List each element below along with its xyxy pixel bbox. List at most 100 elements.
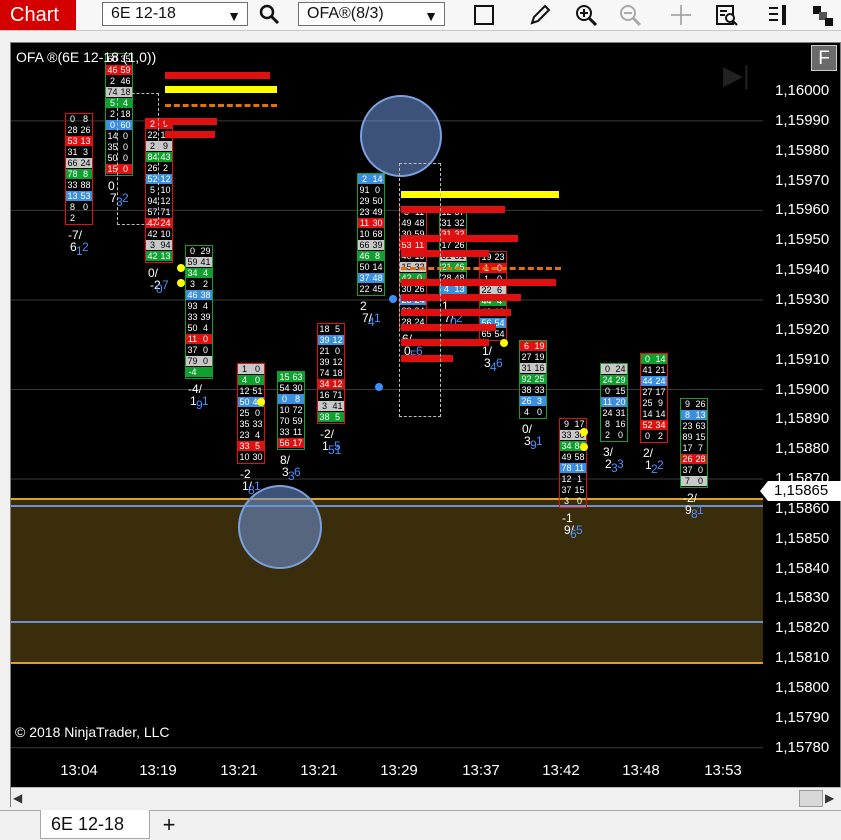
- footprint-cell: 34 12: [318, 379, 344, 389]
- footprint-cell: 10 68: [358, 229, 384, 239]
- bid-volume: 93: [187, 301, 198, 311]
- bid-volume: 23: [682, 421, 693, 431]
- ask-volume: 0: [374, 185, 380, 195]
- ask-volume: 39: [200, 312, 211, 322]
- price-tick-label: 1,15780: [775, 738, 830, 756]
- ask-volume: 25: [534, 374, 545, 384]
- tab-6e-12-18[interactable]: 6E 12-18: [40, 810, 150, 839]
- ask-volume: 15: [615, 386, 626, 396]
- ask-volume: 31: [615, 408, 626, 418]
- ask-volume: 11: [574, 463, 585, 473]
- ask-volume: 7: [697, 443, 703, 453]
- arrange-icon[interactable]: [809, 3, 835, 27]
- ask-volume: 34: [655, 420, 666, 430]
- price-tick-label: 1,15810: [775, 649, 830, 667]
- footprint-cell: 40: [520, 407, 546, 417]
- zoom-out-icon[interactable]: [617, 3, 643, 27]
- delta-value: 5: [576, 523, 583, 537]
- footprint-cell: 21 0: [318, 346, 344, 356]
- ask-volume: 0: [576, 496, 582, 506]
- scroll-thumb[interactable]: [799, 790, 823, 807]
- instrument-value: 6E 12-18: [111, 5, 176, 22]
- bid-volume: 26: [521, 396, 532, 406]
- footprint-cell: 23 4: [238, 430, 264, 440]
- bid-volume: 33: [279, 427, 290, 437]
- ask-volume: 14: [655, 354, 666, 364]
- time-tick-label: 13:42: [542, 762, 580, 779]
- bid-volume: 79: [187, 356, 198, 366]
- footprint-cell: 92 25: [520, 374, 546, 384]
- instrument-selector[interactable]: 6E 12-18 ▼: [102, 2, 248, 26]
- footprint-cell: 6 19: [520, 341, 546, 351]
- bid-volume: 13: [67, 191, 78, 201]
- ask-volume: 4: [254, 430, 260, 440]
- ask-volume: 71: [332, 390, 343, 400]
- bid-volume: 0: [604, 364, 610, 374]
- footprint-cell: 46 38: [186, 290, 212, 300]
- footprint-cell: 33 5: [238, 441, 264, 451]
- bid-volume: 4: [523, 407, 529, 417]
- ask-volume: 29: [200, 246, 211, 256]
- indicator-selector[interactable]: OFA®(8/3) ▼: [298, 2, 445, 26]
- price-tick-label: 1,15900: [775, 380, 830, 398]
- scroll-left-icon[interactable]: ◀: [13, 791, 22, 805]
- footprint-cell: 13 53: [66, 191, 92, 201]
- horizontal-scrollbar[interactable]: ◀ ▶: [11, 787, 841, 808]
- footprint-cell: 46 59: [106, 65, 132, 75]
- bid-volume: 50: [239, 397, 250, 407]
- footprint-cell: 42 10: [146, 229, 172, 239]
- bid-volume: 37: [682, 465, 693, 475]
- chart-window-tab[interactable]: Chart: [0, 0, 76, 30]
- crosshair-icon[interactable]: [668, 3, 694, 27]
- square-icon[interactable]: [471, 3, 497, 27]
- current-price-marker: 1,15865: [760, 481, 841, 501]
- add-tab-button[interactable]: +: [156, 812, 182, 838]
- delta-value: 7: [162, 278, 169, 292]
- bid-volume: 0: [604, 386, 610, 396]
- ask-volume: 13: [80, 136, 91, 146]
- bid-volume: 26: [682, 454, 693, 464]
- ask-volume: 9: [162, 141, 168, 151]
- selection-box: [117, 93, 159, 225]
- footprint-cell: 8 16: [601, 419, 627, 429]
- bid-volume: 41: [642, 365, 653, 375]
- ask-volume: 23: [494, 252, 505, 262]
- footprint-cell: 59 41: [186, 257, 212, 267]
- ask-volume: 68: [372, 229, 383, 239]
- ask-volume: 32: [454, 218, 465, 228]
- chart-plot-area[interactable]: 0 8 28 26 53 13 31 3 66 24 78 8 33 88 13 53 8 0 2 -7/6 1 2 60 3…: [11, 43, 763, 763]
- zoom-in-icon[interactable]: [573, 3, 599, 27]
- bid-volume: 33: [239, 441, 250, 451]
- ask-volume: 18: [332, 368, 343, 378]
- footprint-cell: 79 0: [186, 356, 212, 366]
- bid-volume: 66: [67, 158, 78, 168]
- bid-volume: 66: [359, 240, 370, 250]
- poc-bar: [165, 86, 277, 93]
- footprint-cell: 80: [66, 202, 92, 212]
- time-tick-label: 13:37: [462, 762, 500, 779]
- bid-volume: 27: [521, 352, 532, 362]
- bid-volume: 44: [642, 376, 653, 386]
- data-box-icon[interactable]: [714, 3, 740, 27]
- footprint-cell: 30: [560, 496, 586, 506]
- bid-volume: 50: [359, 262, 370, 272]
- ask-volume: 51: [252, 386, 263, 396]
- price-axis: 1,16000 1,15990 1,15980 1,15970 1,15960 1,159…: [763, 43, 841, 763]
- ask-volume: 10: [160, 229, 171, 239]
- footprint-cell: 31 32: [440, 218, 466, 228]
- footprint-cell: 54 30: [278, 383, 304, 393]
- pencil-icon[interactable]: [527, 3, 553, 27]
- ask-volume: 0: [617, 430, 623, 440]
- ask-volume: 9: [657, 398, 663, 408]
- search-icon[interactable]: [256, 3, 282, 27]
- bid-volume: 29: [359, 196, 370, 206]
- play-end-icon[interactable]: ▶|: [723, 61, 750, 89]
- properties-icon[interactable]: [765, 3, 791, 27]
- ask-volume: 12: [332, 357, 343, 367]
- footprint-cell: 37 0: [186, 345, 212, 355]
- footprint-cell: 3 41: [318, 401, 344, 411]
- scroll-right-icon[interactable]: ▶: [825, 791, 834, 805]
- footprint-cell: 24 31: [601, 408, 627, 418]
- bid-volume: 16: [319, 390, 330, 400]
- ask-volume: 58: [574, 452, 585, 462]
